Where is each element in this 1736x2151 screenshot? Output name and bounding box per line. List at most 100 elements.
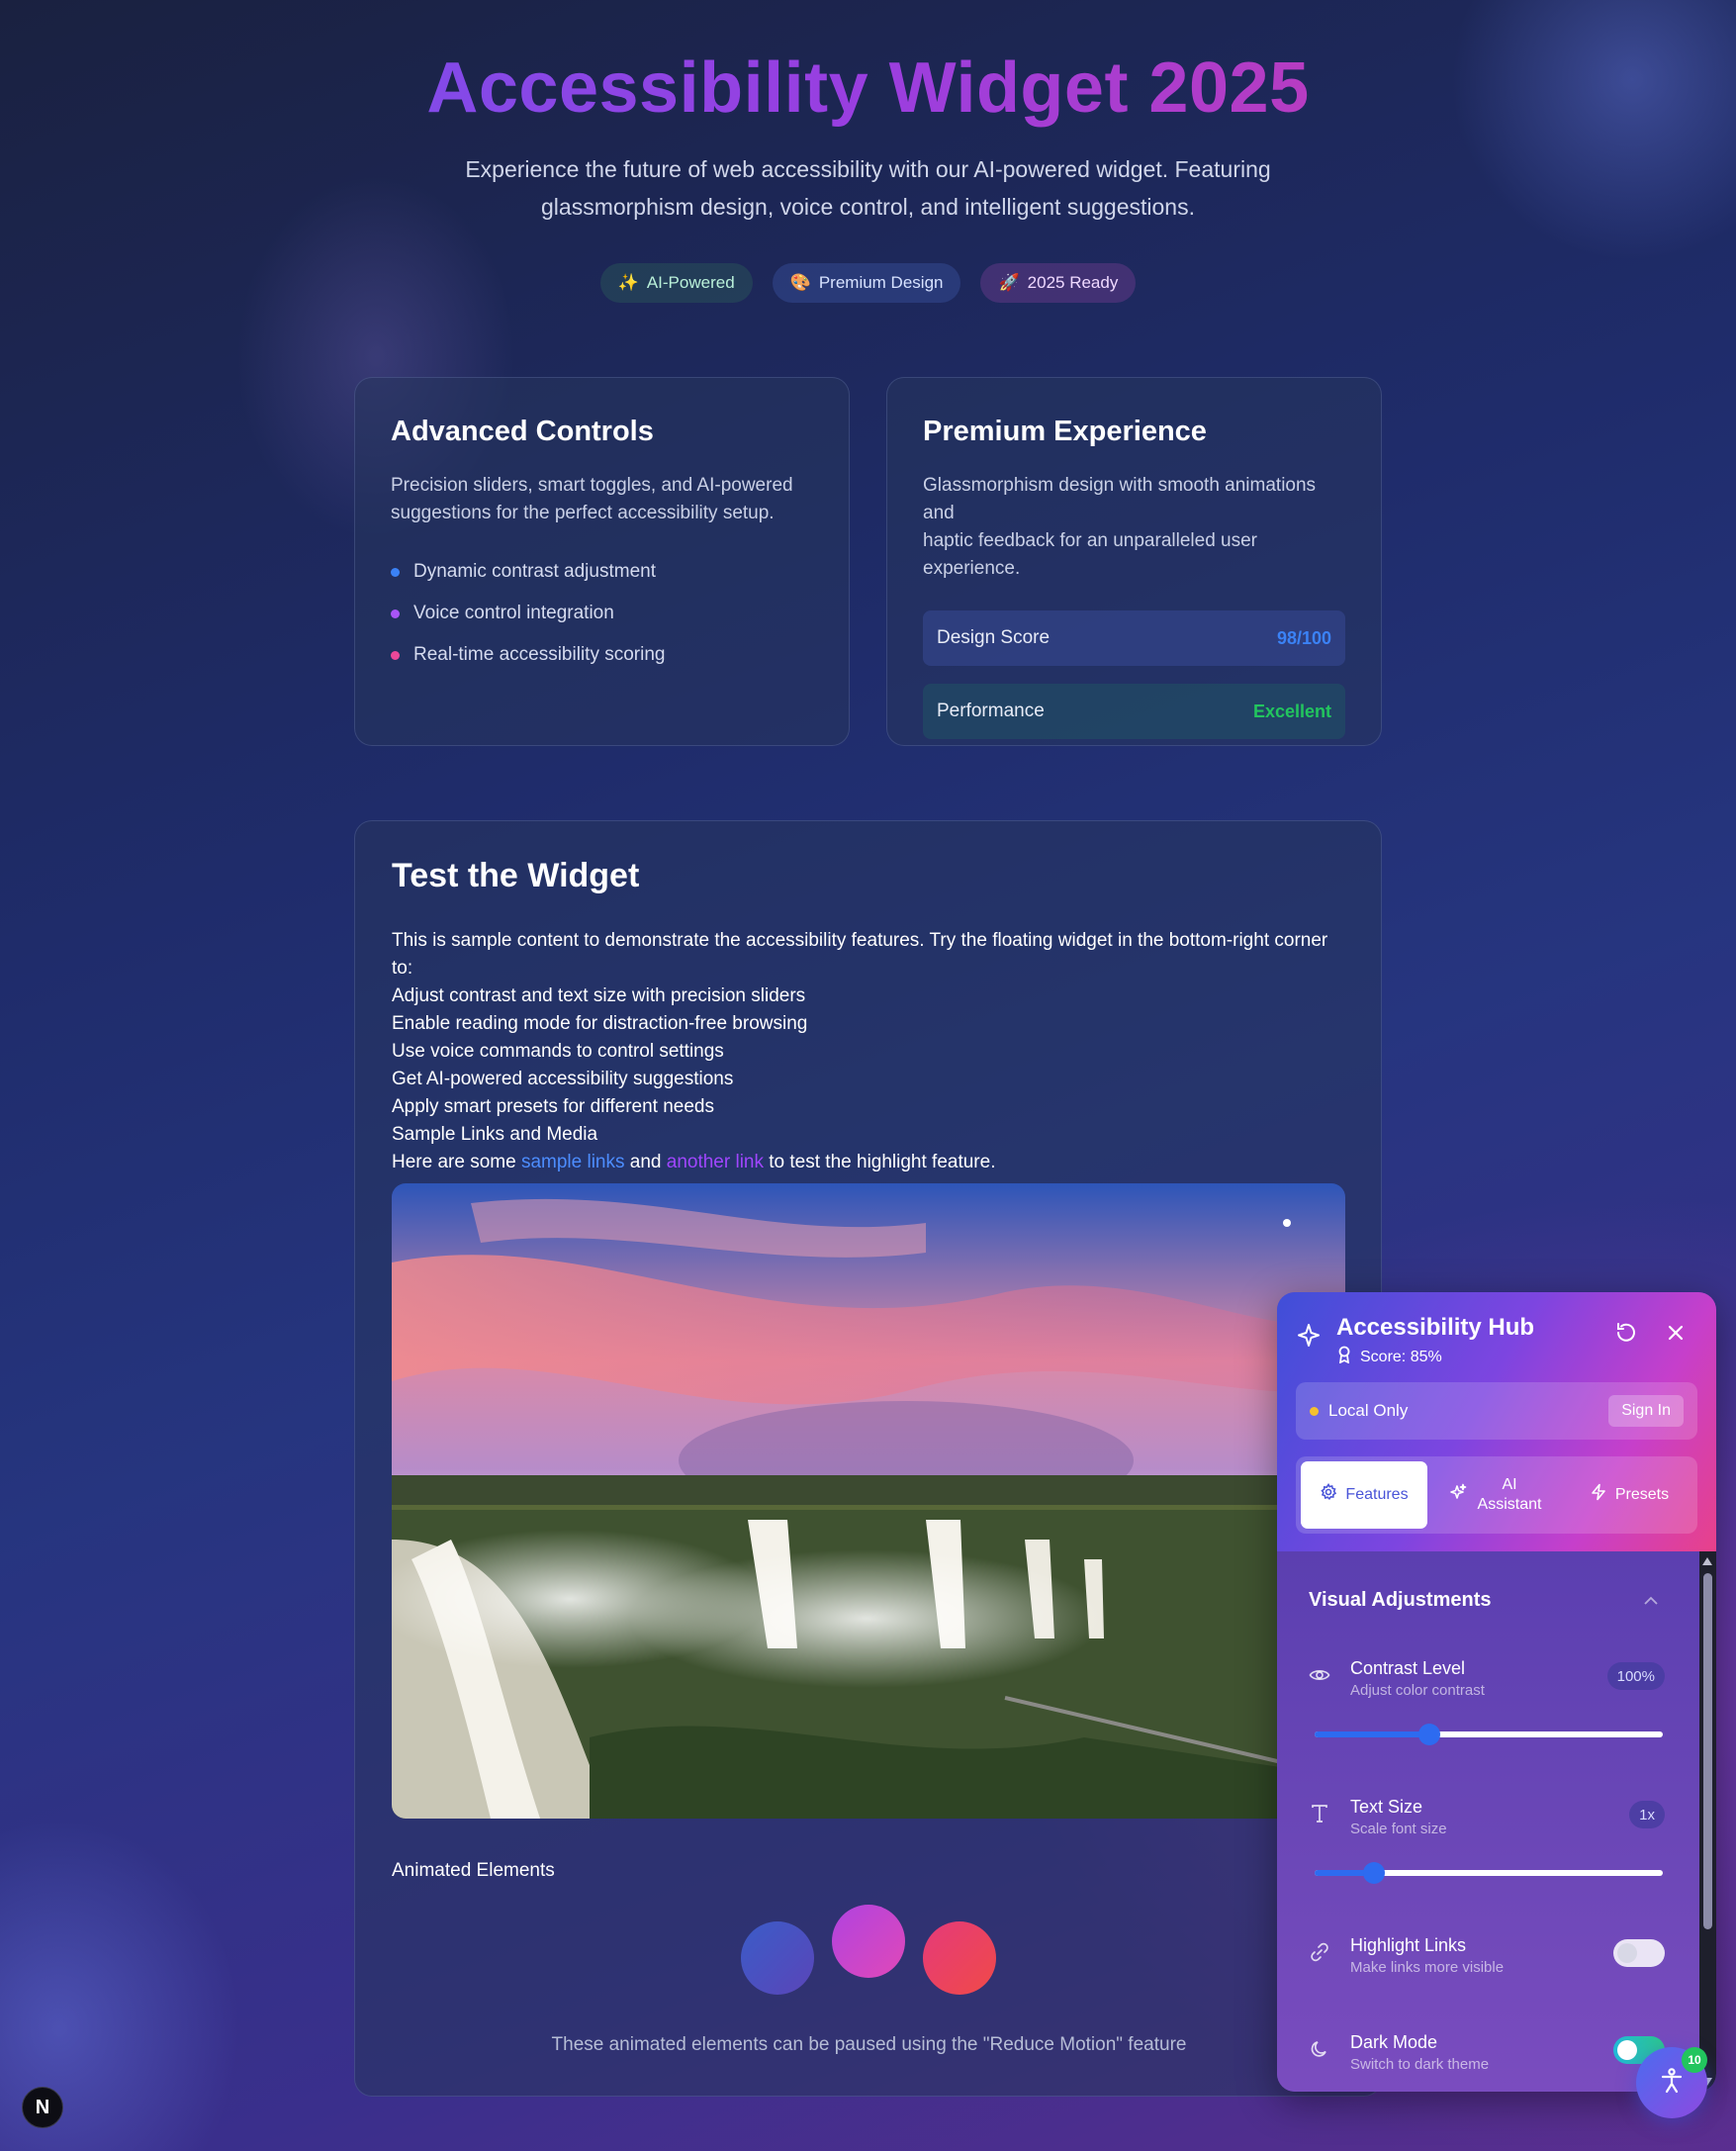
metric-value: Excellent <box>1252 701 1331 721</box>
feature-label: Voice control integration <box>413 603 614 623</box>
premium-experience-card: Premium Experience Glassmorphism design … <box>886 377 1382 746</box>
badge-label: 2025 Ready <box>1027 273 1119 292</box>
card-description: Precision sliders, smart toggles, and AI… <box>391 475 793 523</box>
widget-title: Accessibility Hub <box>1336 1314 1535 1341</box>
animated-note: These animated elements can be paused us… <box>551 2034 1187 2055</box>
performance-metric: Performance Excellent <box>923 684 1345 739</box>
control-label: Highlight Links <box>1350 1935 1467 1955</box>
gear-icon <box>1320 1482 1337 1507</box>
content-line: Use voice commands to control settings <box>392 1041 724 1062</box>
reset-icon[interactable] <box>1613 1320 1639 1351</box>
widget-body: Visual Adjustments Contrast Level Adjust… <box>1277 1551 1716 2092</box>
control-sub: Scale font size <box>1350 1821 1447 1837</box>
tab-features[interactable]: Features <box>1301 1461 1427 1529</box>
accessibility-icon <box>1657 2066 1687 2101</box>
status-dot-icon <box>1310 1406 1319 1416</box>
subtitle-line: Experience the future of web accessibili… <box>465 156 1271 182</box>
control-sub: Switch to dark theme <box>1350 2056 1490 2073</box>
premium-design-badge: 🎨 Premium Design <box>772 263 961 303</box>
accessibility-hub-panel: Accessibility Hub Score: 85% Local Only … <box>1277 1292 1716 2092</box>
badge-label: Premium Design <box>818 273 944 292</box>
content-line: Get AI-powered accessibility suggestions <box>392 1069 734 1089</box>
slider-fill <box>1315 1731 1430 1737</box>
content-line: Apply smart presets for different needs <box>392 1096 714 1117</box>
ai-powered-badge: ✨ AI-Powered <box>599 263 753 303</box>
nextjs-logo-button[interactable]: N <box>22 2087 63 2128</box>
feature-label: Dynamic contrast adjustment <box>413 561 656 582</box>
dark-mode-control: Dark Mode Switch to dark theme <box>1309 2032 1665 2082</box>
list-item: Real-time accessibility scoring <box>391 634 813 676</box>
card-title: Advanced Controls <box>391 416 654 447</box>
card-description: Glassmorphism design with smooth animati… <box>923 475 1317 579</box>
links-line: Here are some sample links and another l… <box>392 1152 996 1172</box>
text-size-slider[interactable] <box>1315 1862 1663 1884</box>
waterfall-image <box>392 1183 1345 1819</box>
badge-label: AI-Powered <box>646 273 735 292</box>
tab-presets[interactable]: Presets <box>1566 1461 1692 1529</box>
sign-in-button[interactable]: Sign In <box>1608 1395 1684 1427</box>
card-title: Premium Experience <box>923 416 1207 447</box>
page-subtitle: Experience the future of web accessibili… <box>435 150 1301 226</box>
bullet-dot-icon <box>391 608 400 618</box>
sparkle-star-icon <box>1295 1322 1323 1355</box>
widget-scrollbar[interactable] <box>1699 1551 1716 2092</box>
highlight-links-toggle[interactable] <box>1613 1939 1665 1967</box>
slider-thumb[interactable] <box>1362 1862 1385 1884</box>
widget-score: Score: 85% <box>1336 1346 1442 1368</box>
lightning-icon <box>1590 1483 1607 1507</box>
toggle-knob <box>1617 1943 1637 1963</box>
list-item: Dynamic contrast adjustment <box>391 551 813 593</box>
control-label: Contrast Level <box>1350 1658 1466 1678</box>
notification-badge: 10 <box>1682 2047 1707 2073</box>
metric-label: Design Score <box>937 627 1051 648</box>
status-label: Local Only <box>1328 1401 1409 1420</box>
palette-icon: 🎨 <box>789 273 811 292</box>
another-link[interactable]: another link <box>667 1152 764 1172</box>
design-score-metric: Design Score 98/100 <box>923 610 1345 666</box>
sync-status-bar: Local Only Sign In <box>1296 1382 1697 1440</box>
sample-link[interactable]: sample links <box>521 1152 625 1172</box>
tab-ai-assistant[interactable]: AI Assistant <box>1433 1461 1560 1529</box>
toggle-knob <box>1617 2040 1637 2060</box>
feature-label: Real-time accessibility scoring <box>413 644 666 665</box>
highlight-links-control: Highlight Links Make links more visible <box>1309 1935 1665 1985</box>
award-icon <box>1336 1346 1352 1368</box>
animated-elements-label: Animated Elements <box>392 1860 555 1881</box>
text-size-control: Text Size Scale font size 1x <box>1309 1797 1665 1846</box>
contrast-level-control: Contrast Level Adjust color contrast 100… <box>1309 1658 1665 1708</box>
close-icon[interactable] <box>1665 1322 1687 1349</box>
widget-header: Accessibility Hub Score: 85% Local Only … <box>1277 1292 1716 1551</box>
content-line: Sample Links and Media <box>392 1124 598 1145</box>
content-line: This is sample content to demonstrate th… <box>392 930 1328 979</box>
animated-circle <box>832 1905 905 1978</box>
badge-row: ✨ AI-Powered 🎨 Premium Design 🚀 2025 Rea… <box>0 263 1736 303</box>
slider-thumb[interactable] <box>1418 1724 1441 1745</box>
list-item: Voice control integration <box>391 593 813 634</box>
type-icon <box>1309 1803 1330 1829</box>
content-line: Adjust contrast and text size with preci… <box>392 985 806 1006</box>
advanced-controls-card: Advanced Controls Precision sliders, sma… <box>354 377 850 746</box>
section-title: Visual Adjustments <box>1309 1589 1492 1611</box>
text-size-value-badge: 1x <box>1629 1801 1665 1828</box>
card-title: Test the Widget <box>392 857 640 894</box>
control-label: Text Size <box>1350 1797 1423 1817</box>
sparkles-icon <box>1449 1483 1467 1507</box>
scrollbar-thumb[interactable] <box>1703 1573 1712 1929</box>
sparkles-icon: ✨ <box>617 273 639 292</box>
feature-list: Dynamic contrast adjustment Voice contro… <box>391 551 813 676</box>
widget-tabs: Features AI Assistant Presets <box>1296 1456 1697 1534</box>
scroll-up-icon[interactable] <box>1702 1557 1712 1565</box>
moon-icon <box>1309 2038 1330 2065</box>
ready-2025-badge: 🚀 2025 Ready <box>980 263 1137 303</box>
contrast-value-badge: 100% <box>1606 1662 1665 1690</box>
chevron-up-icon[interactable] <box>1643 1593 1659 1611</box>
metric-value: 98/100 <box>1276 627 1331 648</box>
eye-icon <box>1309 1664 1330 1691</box>
link-icon <box>1309 1941 1330 1968</box>
control-label: Dark Mode <box>1350 2032 1438 2052</box>
contrast-slider[interactable] <box>1315 1724 1663 1745</box>
bullet-dot-icon <box>391 567 400 577</box>
animated-circle <box>923 1921 996 1995</box>
control-sub: Make links more visible <box>1350 1959 1505 1976</box>
page-title: Accessibility Widget 2025 <box>0 47 1736 129</box>
